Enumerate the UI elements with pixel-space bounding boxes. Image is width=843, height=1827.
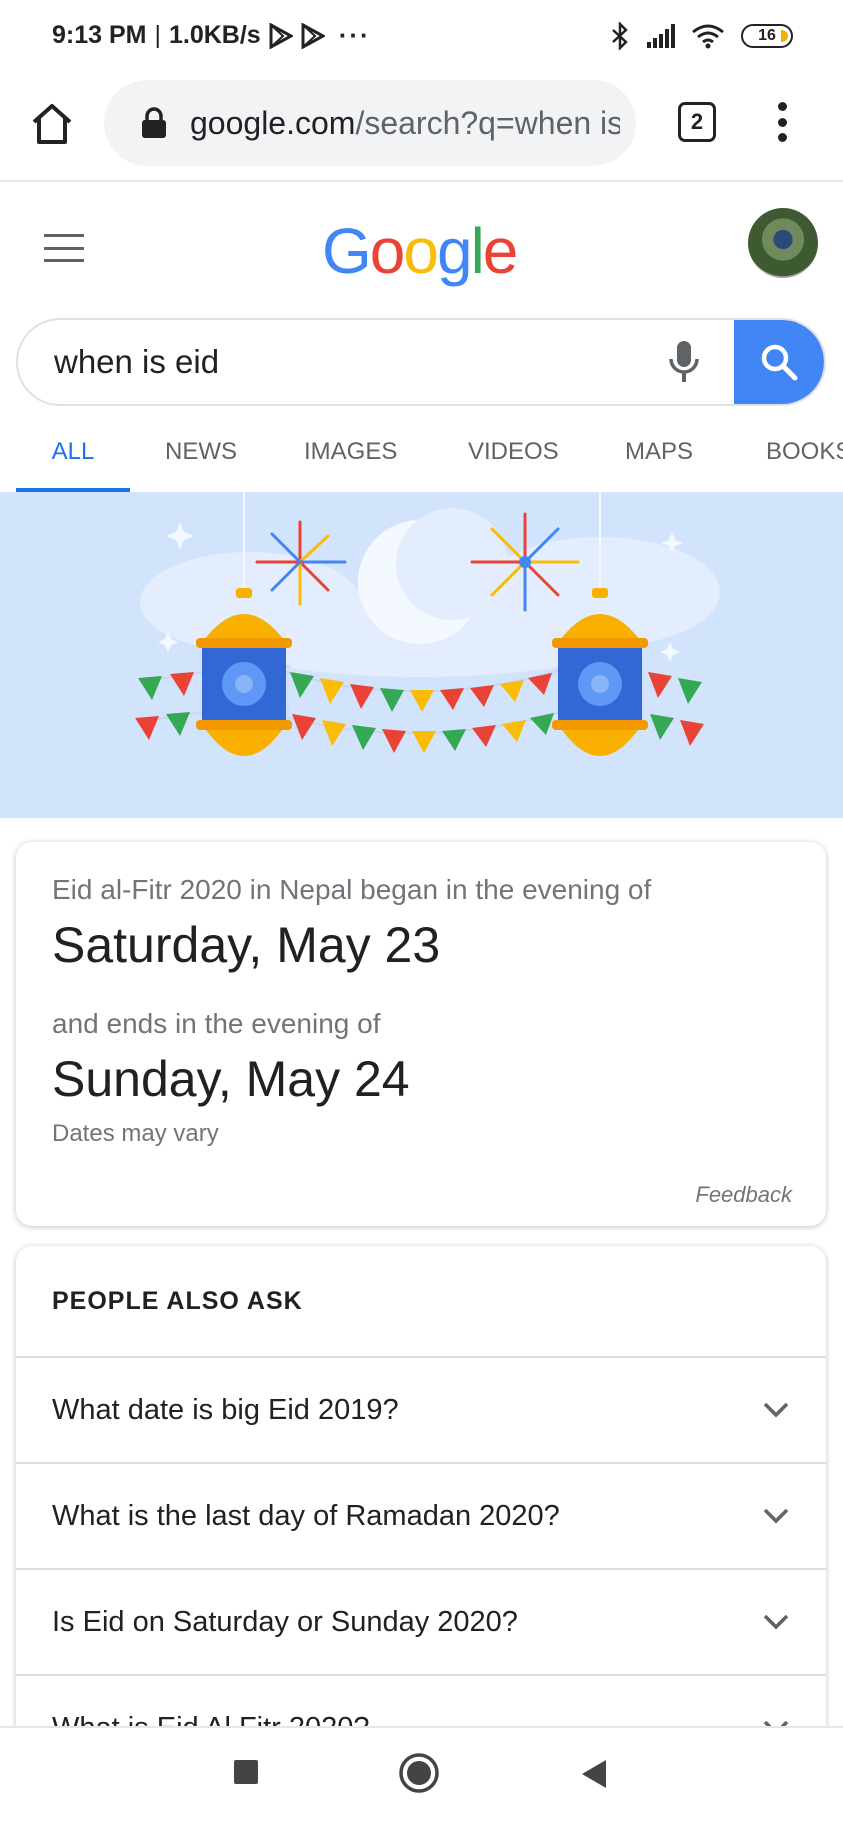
google-logo[interactable]: Google bbox=[322, 214, 519, 288]
eid-illustration bbox=[135, 492, 720, 756]
play-store-icon bbox=[301, 22, 325, 49]
feedback-link[interactable]: Feedback bbox=[695, 1182, 792, 1208]
battery-level: 16 bbox=[758, 27, 776, 44]
cellular-signal-icon bbox=[647, 24, 675, 48]
tab-news[interactable]: NEWS bbox=[165, 412, 237, 492]
people-also-ask-title: PEOPLE ALSO ASK bbox=[16, 1246, 826, 1358]
home-icon[interactable] bbox=[28, 100, 76, 148]
search-icon bbox=[761, 344, 798, 381]
logo-letter: o bbox=[403, 215, 439, 287]
url-text[interactable]: google.com/search?q=when is eid bbox=[190, 105, 620, 142]
home-nav-icon[interactable] bbox=[398, 1752, 440, 1794]
chevron-down-icon bbox=[763, 1508, 789, 1524]
logo-letter: o bbox=[369, 215, 406, 287]
status-bar: 9:13 PM | 1.0KB/s ··· 16 bbox=[0, 0, 843, 74]
network-speed: 1.0KB/s bbox=[168, 21, 261, 49]
avatar[interactable] bbox=[748, 208, 818, 278]
play-store-icon bbox=[269, 22, 293, 49]
question-text: Is Eid on Saturday or Sunday 2020? bbox=[52, 1605, 518, 1638]
question-row[interactable]: Is Eid on Saturday or Sunday 2020? bbox=[16, 1570, 826, 1676]
search-button[interactable] bbox=[734, 320, 824, 404]
tab-images[interactable]: IMAGES bbox=[304, 412, 397, 492]
wifi-icon bbox=[692, 24, 724, 49]
question-row[interactable]: What date is big Eid 2019? bbox=[16, 1358, 826, 1464]
answer-end-date: Sunday, May 24 bbox=[52, 1051, 410, 1107]
answer-note: Dates may vary bbox=[52, 1120, 219, 1147]
result-tabs: ALL NEWS IMAGES VIDEOS MAPS BOOKS bbox=[0, 412, 843, 492]
search-box bbox=[16, 318, 826, 406]
microphone-icon[interactable] bbox=[664, 337, 704, 387]
url-domain: google.com bbox=[190, 104, 356, 141]
more-notifications-icon: ··· bbox=[338, 20, 371, 50]
status-left: 9:13 PM | 1.0KB/s ··· bbox=[52, 20, 371, 50]
chevron-down-icon bbox=[763, 1402, 789, 1418]
system-navigation-bar bbox=[0, 1726, 843, 1827]
status-time: 9:13 PM bbox=[52, 21, 147, 49]
tab-books[interactable]: BOOKS bbox=[766, 412, 843, 492]
answer-start-date: Saturday, May 23 bbox=[52, 917, 441, 973]
eid-answer-card: Eid al-Fitr 2020 in Nepal began in the e… bbox=[16, 842, 826, 1226]
question-row[interactable]: What is the last day of Ramadan 2020? bbox=[16, 1464, 826, 1570]
tab-count: 2 bbox=[690, 109, 704, 134]
tab-maps[interactable]: MAPS bbox=[625, 412, 693, 492]
eid-doodle-banner bbox=[0, 492, 843, 818]
google-header: Google bbox=[0, 184, 843, 310]
logo-letter: g bbox=[436, 215, 473, 287]
logo-letter: e bbox=[482, 215, 519, 287]
logo-letter: G bbox=[322, 215, 372, 287]
chevron-down-icon bbox=[763, 1614, 789, 1630]
search-input[interactable] bbox=[18, 343, 664, 381]
hamburger-menu-icon[interactable] bbox=[44, 234, 84, 262]
browser-menu-icon[interactable] bbox=[770, 98, 794, 146]
tab-videos[interactable]: VIDEOS bbox=[468, 412, 559, 492]
status-right: 16 bbox=[611, 22, 793, 50]
question-text: What date is big Eid 2019? bbox=[52, 1393, 399, 1426]
recent-apps-icon[interactable] bbox=[232, 1758, 260, 1786]
url-path: /search?q=when is eid bbox=[355, 104, 620, 141]
tab-switcher-button[interactable]: 2 bbox=[678, 102, 716, 142]
logo-letter: l bbox=[470, 215, 485, 287]
browser-toolbar: google.com/search?q=when is eid 2 bbox=[0, 74, 843, 182]
tab-all[interactable]: ALL bbox=[16, 412, 130, 492]
address-bar[interactable]: google.com/search?q=when is eid bbox=[104, 80, 636, 166]
battery-icon: 16 bbox=[741, 24, 793, 48]
lock-icon bbox=[142, 107, 166, 138]
back-icon[interactable] bbox=[578, 1758, 608, 1790]
answer-intro: Eid al-Fitr 2020 in Nepal began in the e… bbox=[52, 874, 652, 905]
answer-middle-text: and ends in the evening of bbox=[52, 1008, 381, 1039]
question-text: What is the last day of Ramadan 2020? bbox=[52, 1499, 560, 1532]
bluetooth-icon bbox=[612, 22, 628, 50]
